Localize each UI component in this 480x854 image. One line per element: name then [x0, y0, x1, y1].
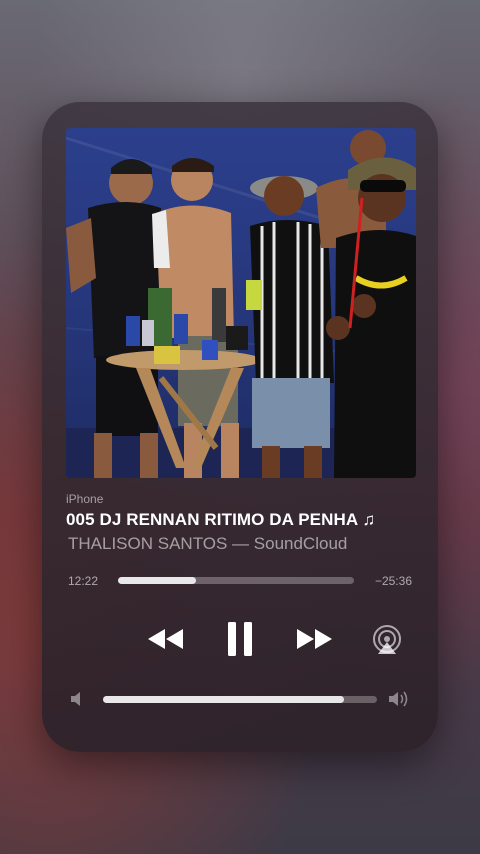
speaker-low-icon	[71, 692, 80, 706]
volume-low-button	[70, 692, 84, 711]
rewind-icon	[148, 629, 183, 649]
volume-slider[interactable]	[103, 696, 377, 703]
album-artwork	[66, 128, 416, 478]
previous-track-button[interactable]	[142, 622, 190, 656]
track-title: 005 DJ RENNAN RITIMO DA PENHA ♫	[66, 510, 376, 529]
pause-button[interactable]	[220, 618, 260, 660]
next-track-button[interactable]	[290, 622, 338, 656]
airplay-button[interactable]	[368, 622, 406, 658]
fast-forward-icon	[297, 629, 332, 649]
progress-scrubber[interactable]	[118, 577, 354, 584]
track-subtitle: THALISON SANTOS — SoundCloud	[68, 534, 348, 553]
speaker-high-icon	[389, 691, 408, 707]
pause-icon	[228, 622, 252, 656]
output-device-label: iPhone	[66, 492, 104, 506]
volume-fill	[103, 696, 345, 703]
progress-fill	[118, 577, 196, 584]
elapsed-time: 12:22	[68, 574, 99, 588]
album-artwork-photo	[66, 130, 416, 478]
now-playing-card: iPhone 005 DJ RENNAN RITIMO DA PENHA ♫ T…	[42, 102, 438, 752]
volume-high-button	[388, 690, 412, 713]
remaining-time: −25:36	[374, 574, 412, 588]
airplay-icon	[373, 625, 401, 654]
